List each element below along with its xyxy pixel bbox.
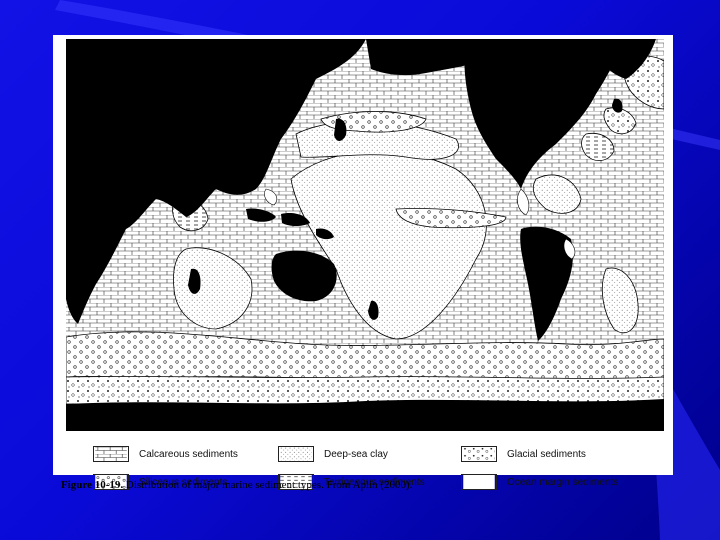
sediment-figure: Calcareous sediments Deep-sea clay Glaci… (53, 35, 673, 490)
caption-text: Distribution of major marine sediment ty… (123, 479, 413, 491)
caption-figure-number: Figure 10-19. (61, 479, 124, 491)
legend-label: Glacial sediments (507, 448, 586, 460)
map-legend: Calcareous sediments Deep-sea clay Glaci… (53, 440, 673, 502)
calcareous-swatch (93, 446, 129, 462)
legend-label: Deep-sea clay (324, 448, 388, 460)
glacial-swatch (461, 446, 497, 462)
glacial-region-antarctic (66, 376, 664, 405)
legend-label: Calcareous sediments (139, 448, 238, 460)
world-sediment-map (66, 39, 664, 431)
legend-item-deep-sea-clay: Deep-sea clay (278, 446, 388, 462)
legend-item-ocean-margin: Ocean margin sediments (461, 474, 618, 490)
figure-caption: Figure 10-19. Distribution of major mari… (61, 479, 412, 491)
deep-sea-clay-swatch (278, 446, 314, 462)
legend-item-calcareous: Calcareous sediments (93, 446, 238, 462)
legend-label: Ocean margin sediments (507, 476, 619, 488)
legend-item-glacial: Glacial sediments (461, 446, 586, 462)
ocean-margin-swatch (461, 474, 497, 490)
